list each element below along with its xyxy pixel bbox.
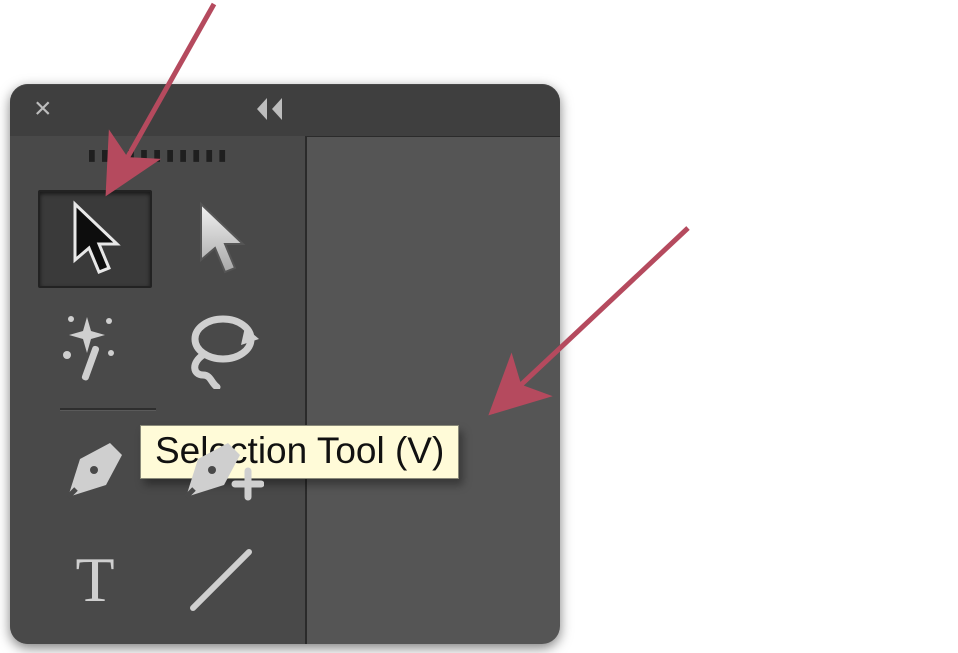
- magic-wand-tool[interactable]: [32, 294, 158, 404]
- type-tool[interactable]: T: [32, 525, 158, 635]
- type-icon: T: [75, 543, 114, 617]
- pen-icon: [56, 431, 134, 509]
- close-icon[interactable]: ×: [34, 96, 60, 122]
- lasso-tool[interactable]: [158, 294, 284, 404]
- cursor-white-icon: [191, 200, 251, 278]
- panel-titlebar: ×: [10, 84, 560, 137]
- tool-grid: T: [32, 184, 284, 635]
- line-icon: [181, 540, 261, 620]
- line-tool[interactable]: [158, 525, 284, 635]
- lasso-icon: [181, 309, 261, 389]
- collapse-icon[interactable]: [252, 92, 286, 131]
- tools-panel: ▮▮▮▮▮▮▮▮▮▮▮: [10, 136, 307, 644]
- direct-selection-tool[interactable]: [158, 184, 284, 294]
- tool-divider: [60, 408, 156, 411]
- selection-tool[interactable]: [32, 184, 158, 294]
- pen-plus-icon: [178, 431, 264, 509]
- panel-gripper[interactable]: ▮▮▮▮▮▮▮▮▮▮▮: [10, 142, 305, 166]
- cursor-black-icon: [65, 200, 125, 278]
- magic-wand-icon: [57, 311, 133, 387]
